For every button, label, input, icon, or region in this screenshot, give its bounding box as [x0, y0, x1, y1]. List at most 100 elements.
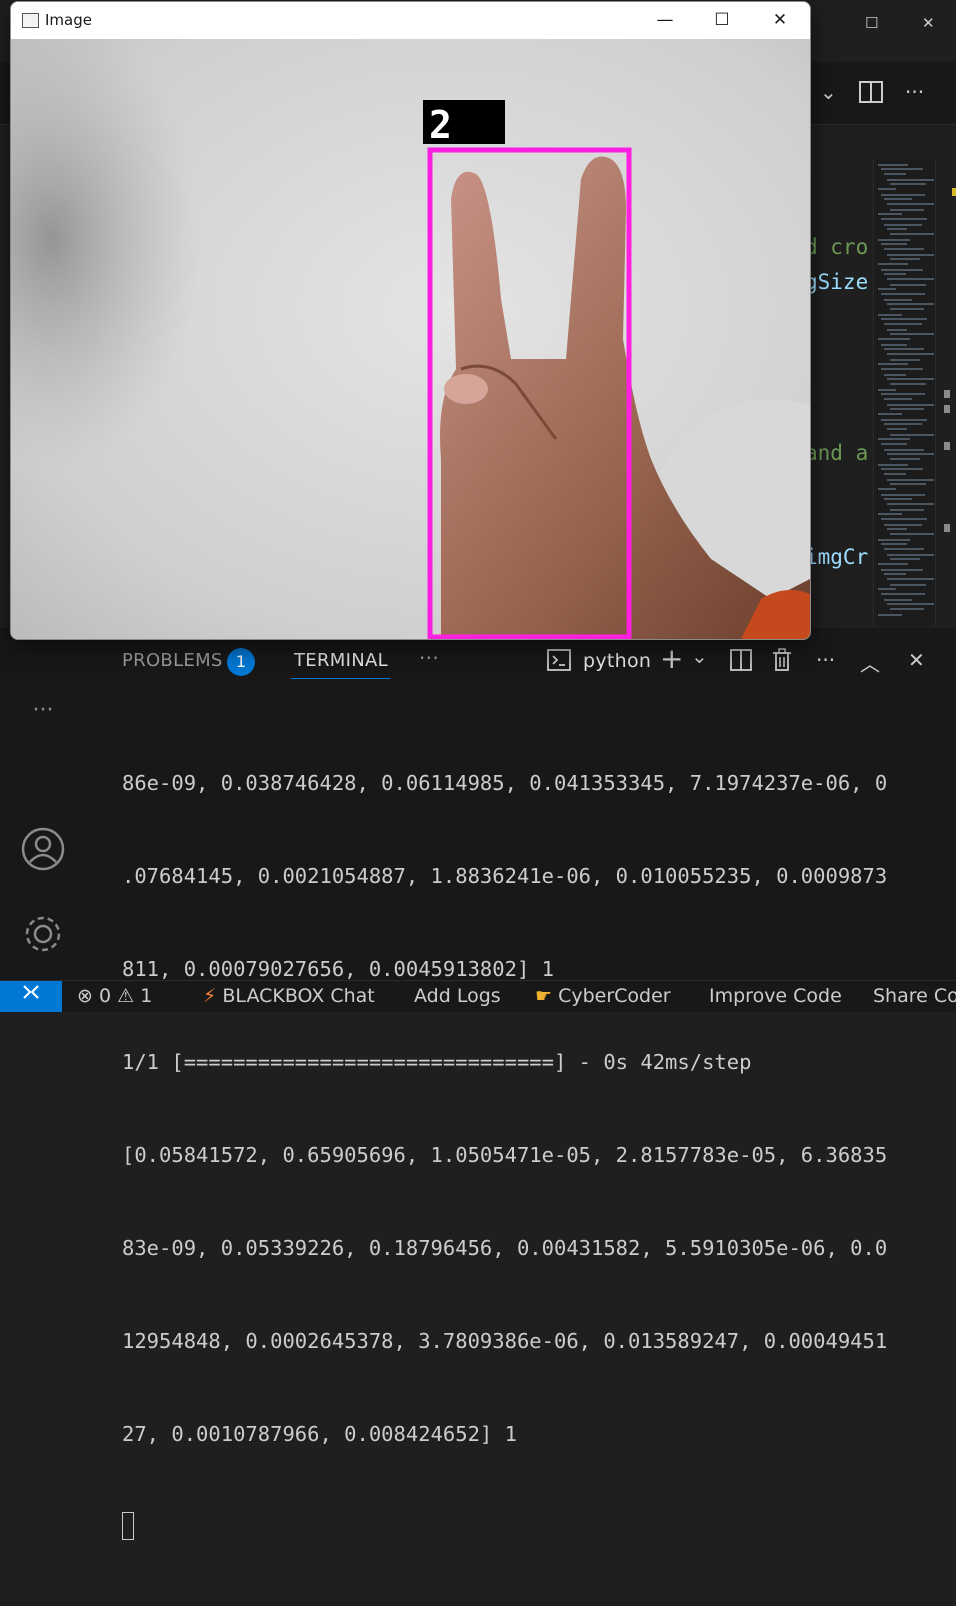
tab-problems[interactable]: PROBLEMS — [122, 650, 223, 671]
minimap-line — [887, 503, 934, 505]
minimap[interactable] — [873, 160, 936, 626]
minimap-line — [890, 458, 920, 460]
terminal-line: 83e-09, 0.05339226, 0.18796456, 0.004315… — [122, 1236, 888, 1260]
terminal-line: [0.05841572, 0.65905696, 1.0505471e-05, … — [122, 1143, 888, 1167]
share-code-button[interactable]: Share Co — [873, 985, 956, 1007]
terminal-output[interactable]: 86e-09, 0.038746428, 0.06114985, 0.04135… — [122, 706, 942, 1606]
close-icon[interactable]: ✕ — [751, 2, 809, 39]
minimap-line — [881, 569, 923, 571]
minimap-line — [878, 188, 896, 190]
minimap-line — [884, 323, 922, 325]
minimap-line — [887, 254, 934, 256]
remote-indicator-icon[interactable] — [0, 981, 62, 1012]
minimap-line — [887, 329, 907, 331]
minimap-line — [881, 243, 907, 245]
minimap-line — [890, 209, 924, 211]
problems-status[interactable]: ⊗ 0 ⚠ 1 — [77, 985, 152, 1007]
image-window[interactable]: Image — ☐ ✕ 2 — [10, 1, 811, 640]
account-icon[interactable] — [0, 826, 86, 876]
panel-more-tabs[interactable]: ··· — [419, 646, 439, 670]
minimap-line — [878, 314, 902, 316]
tab-terminal[interactable]: TERMINAL — [294, 650, 388, 671]
minimap-line — [887, 378, 934, 380]
terminal-cursor — [122, 1512, 134, 1540]
minimap-line — [887, 578, 934, 580]
minimap-line — [890, 284, 926, 286]
more-views-icon[interactable]: ··· — [0, 698, 86, 723]
code-fragment: d cro — [805, 235, 869, 259]
terminal-shell-icon — [546, 648, 572, 677]
minimap-line — [890, 533, 934, 535]
cybercoder-button[interactable]: ☛ CyberCoder — [535, 985, 671, 1007]
minimap-line — [878, 363, 908, 365]
minimap-line — [881, 494, 925, 496]
minimap-line — [884, 423, 922, 425]
minimap-line — [884, 224, 922, 226]
minimap-line — [884, 449, 924, 451]
warning-marker — [952, 188, 956, 196]
blackbox-chat-button[interactable]: ⚡ BLACKBOX Chat — [203, 985, 375, 1007]
minimap-line — [890, 509, 924, 511]
minimap-line — [890, 608, 924, 610]
add-logs-button[interactable]: Add Logs — [414, 985, 501, 1007]
warning-icon: ⚠ — [117, 985, 135, 1007]
minimap-line — [890, 333, 934, 335]
minimap-line — [887, 603, 934, 605]
terminal-line: 12954848, 0.0002645378, 3.7809386e-06, 0… — [122, 1329, 888, 1353]
trash-icon[interactable] — [771, 648, 793, 677]
terminal-line: 1/1 [==============================] - 0… — [122, 1050, 752, 1074]
terminal-line: 86e-09, 0.038746428, 0.06114985, 0.04135… — [122, 771, 888, 795]
chevron-down-icon[interactable]: ⌄ — [691, 644, 708, 668]
minimap-line — [884, 524, 922, 526]
minimap-line — [884, 374, 906, 376]
editor-scrollbar[interactable] — [935, 160, 956, 626]
minimap-line — [887, 228, 907, 230]
minimize-icon[interactable]: — — [636, 2, 694, 39]
improve-code-button[interactable]: Improve Code — [709, 985, 842, 1007]
minimap-line — [881, 518, 927, 520]
minimap-line — [878, 338, 910, 340]
maximize-icon[interactable]: ☐ — [693, 2, 751, 39]
vscode-close-icon[interactable]: ✕ — [922, 14, 935, 32]
vscode-maximize-icon[interactable]: ☐ — [865, 14, 878, 32]
minimap-line — [881, 194, 925, 196]
code-fragment: and a — [805, 441, 869, 465]
split-terminal-icon[interactable] — [729, 648, 753, 677]
lightning-icon: ⚡ — [203, 985, 217, 1007]
minimap-line — [887, 353, 934, 355]
warning-count: 1 — [140, 985, 153, 1007]
minimap-line — [890, 483, 926, 485]
image-window-titlebar[interactable]: Image — ☐ ✕ — [11, 2, 810, 39]
minimap-line — [887, 453, 934, 455]
minimap-line — [878, 413, 902, 415]
maximize-panel-icon[interactable]: ︿ — [860, 648, 880, 677]
more-actions-icon[interactable]: ··· — [905, 80, 924, 104]
chevron-down-icon[interactable]: ⌄ — [820, 80, 837, 104]
minimap-line — [884, 548, 924, 550]
minimap-line — [881, 593, 925, 595]
minimap-line — [890, 308, 924, 310]
blackbox-chat-label: BLACKBOX Chat — [222, 985, 375, 1007]
minimap-line — [887, 428, 907, 430]
minimap-line — [884, 599, 912, 601]
active-tab-indicator — [291, 678, 390, 679]
minimap-line — [878, 488, 896, 490]
new-terminal-icon[interactable]: + — [660, 642, 683, 675]
minimap-line — [890, 383, 926, 385]
problems-count-badge: 1 — [227, 648, 255, 676]
minimap-line — [884, 573, 906, 575]
code-fragment: imgCr — [805, 545, 869, 569]
terminal-shell-label[interactable]: python — [583, 650, 651, 672]
split-editor-icon[interactable] — [858, 80, 884, 109]
minimap-line — [887, 278, 934, 280]
gear-icon[interactable] — [0, 911, 86, 961]
minimap-line — [878, 539, 910, 541]
minimap-line — [878, 213, 902, 215]
minimap-line — [878, 438, 910, 440]
minimap-line — [890, 584, 926, 586]
minimap-line — [878, 464, 908, 466]
cybercoder-label: CyberCoder — [558, 985, 671, 1007]
minimap-line — [890, 434, 934, 436]
more-actions-icon[interactable]: ··· — [816, 648, 835, 672]
close-panel-icon[interactable]: ✕ — [908, 648, 925, 672]
